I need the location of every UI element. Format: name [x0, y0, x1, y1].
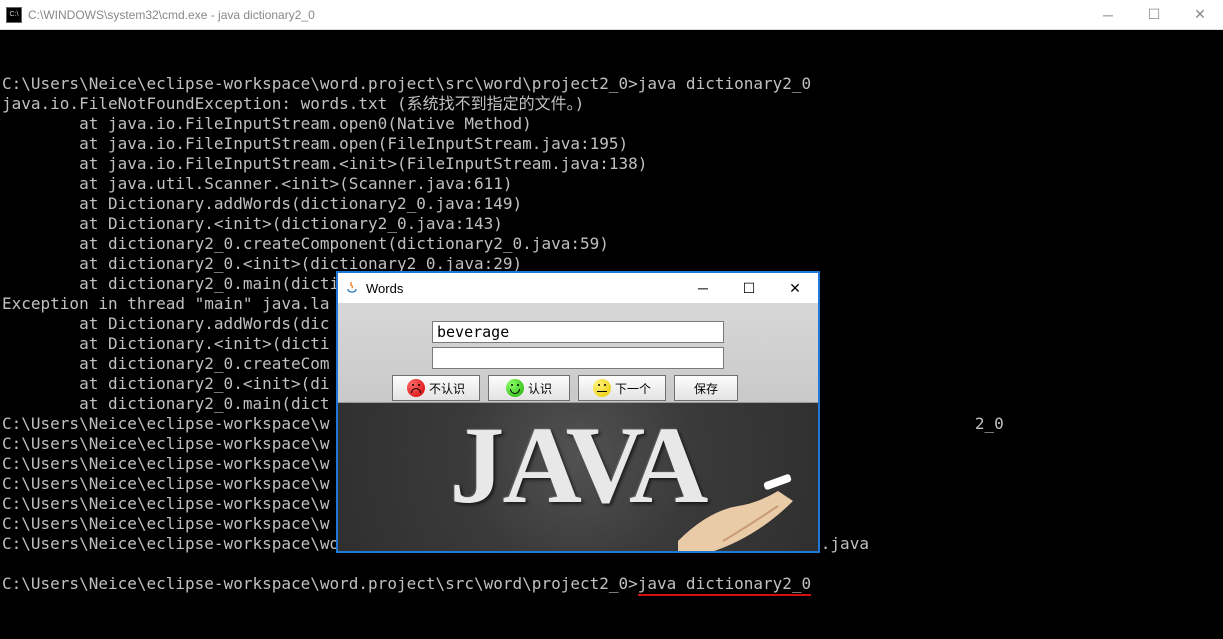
- words-maximize-button[interactable]: ☐: [726, 273, 772, 303]
- words-minimize-button[interactable]: ─: [680, 273, 726, 303]
- unknown-button-label: 不认识: [429, 380, 465, 397]
- known-button-label: 认识: [528, 380, 552, 397]
- words-dialog-titlebar: Words ─ ☐ ✕: [338, 273, 818, 303]
- words-dialog-content: JAVA 不认识 认识 下一个 保存: [338, 303, 818, 551]
- next-button[interactable]: 下一个: [578, 375, 666, 401]
- save-button[interactable]: 保存: [674, 375, 738, 401]
- next-button-label: 下一个: [615, 380, 651, 397]
- highlighted-command: java dictionary2_0: [638, 574, 811, 596]
- definition-input[interactable]: [432, 347, 724, 369]
- cmd-titlebar: C:\ C:\WINDOWS\system32\cmd.exe - java d…: [0, 0, 1223, 30]
- neutral-face-icon: [593, 379, 611, 397]
- sad-face-icon: [407, 379, 425, 397]
- known-button[interactable]: 认识: [488, 375, 570, 401]
- chalkboard-background: JAVA: [338, 391, 818, 551]
- cmd-close-button[interactable]: ✕: [1177, 0, 1223, 29]
- cmd-icon: C:\: [6, 7, 22, 23]
- java-cup-icon: [344, 280, 360, 296]
- word-input[interactable]: [432, 321, 724, 343]
- unknown-button[interactable]: 不认识: [392, 375, 480, 401]
- happy-face-icon: [506, 379, 524, 397]
- hand-drawing-icon: [668, 471, 798, 551]
- cmd-maximize-button[interactable]: ☐: [1131, 0, 1177, 29]
- words-dialog: Words ─ ☐ ✕ JAVA 不认识 认识: [337, 272, 819, 552]
- cmd-title: C:\WINDOWS\system32\cmd.exe - java dicti…: [28, 8, 1085, 22]
- save-button-label: 保存: [694, 380, 718, 397]
- words-close-button[interactable]: ✕: [772, 273, 818, 303]
- words-dialog-title: Words: [366, 281, 680, 296]
- cmd-minimize-button[interactable]: ─: [1085, 0, 1131, 29]
